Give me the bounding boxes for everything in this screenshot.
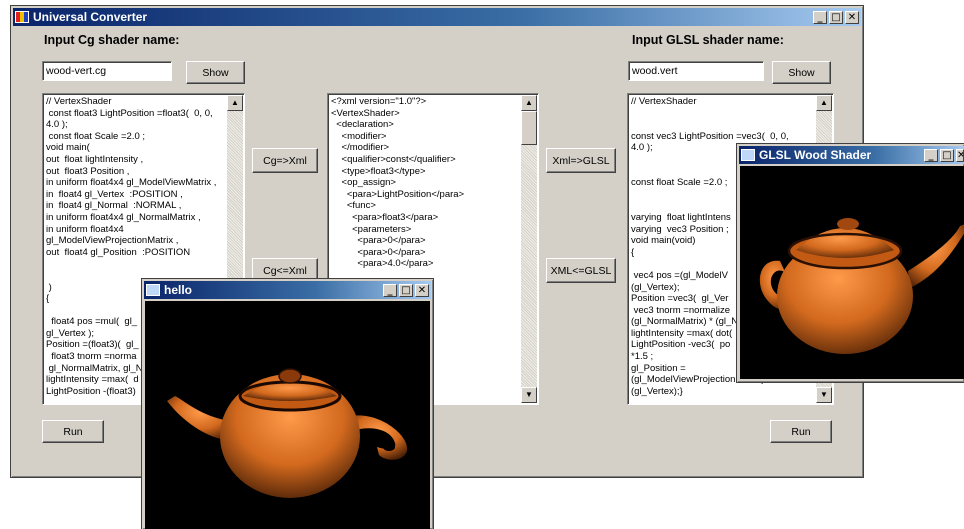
app-icon: [15, 11, 29, 23]
close-icon[interactable]: ✕: [415, 283, 429, 297]
maximize-icon[interactable]: □: [399, 283, 413, 297]
close-icon[interactable]: ✕: [845, 10, 859, 24]
maximize-icon[interactable]: □: [940, 148, 954, 162]
glsl-to-xml-button[interactable]: XML<=GLSL: [546, 258, 616, 283]
cg-shader-input[interactable]: wood-vert.cg: [42, 61, 172, 81]
scroll-down-icon[interactable]: ▼: [521, 387, 537, 403]
close-icon[interactable]: ✕: [956, 148, 964, 162]
teapot-render-left: [167, 368, 408, 498]
cg-show-button[interactable]: Show: [186, 61, 245, 84]
scroll-thumb[interactable]: [521, 111, 537, 145]
teapot-render-right: [759, 218, 964, 354]
hello-window-title: hello: [164, 283, 193, 297]
glsl-shader-input[interactable]: wood.vert: [628, 61, 764, 81]
hello-render-viewport[interactable]: [145, 301, 430, 529]
cg-shader-label: Input Cg shader name:: [44, 33, 180, 47]
cg-to-xml-button[interactable]: Cg=>Xml: [252, 148, 318, 173]
minimize-icon[interactable]: _: [813, 10, 827, 24]
xml-to-glsl-button[interactable]: Xml=>GLSL: [546, 148, 616, 173]
xml-code-scrollbar[interactable]: ▲ ▼: [521, 95, 537, 403]
scroll-up-icon[interactable]: ▲: [521, 95, 537, 111]
window-app-icon: [146, 284, 160, 296]
maximize-icon[interactable]: □: [829, 10, 843, 24]
main-window-title: Universal Converter: [33, 10, 148, 24]
window-app-icon: [741, 149, 755, 161]
scroll-down-icon[interactable]: ▼: [816, 387, 832, 403]
glsl-run-button[interactable]: Run: [770, 420, 832, 443]
main-titlebar[interactable]: Universal Converter _ □ ✕: [13, 8, 861, 26]
glsl-window-titlebar[interactable]: GLSL Wood Shader _ □ ✕: [739, 146, 964, 164]
scroll-up-icon[interactable]: ▲: [816, 95, 832, 111]
glsl-show-button[interactable]: Show: [772, 61, 831, 84]
minimize-icon[interactable]: _: [383, 283, 397, 297]
cg-run-button[interactable]: Run: [42, 420, 104, 443]
hello-window-titlebar[interactable]: hello _ □ ✕: [144, 281, 431, 299]
glsl-window-controls: _ □ ✕: [924, 148, 964, 162]
hello-window: hello _ □ ✕: [141, 278, 434, 529]
glsl-wood-shader-window: GLSL Wood Shader _ □ ✕: [736, 143, 964, 383]
main-window-controls: _ □ ✕: [813, 10, 861, 24]
glsl-shader-label: Input GLSL shader name:: [632, 33, 784, 47]
glsl-window-title: GLSL Wood Shader: [759, 148, 872, 162]
scroll-up-icon[interactable]: ▲: [227, 95, 243, 111]
minimize-icon[interactable]: _: [924, 148, 938, 162]
glsl-render-viewport[interactable]: [740, 166, 964, 379]
hello-window-controls: _ □ ✕: [383, 283, 431, 297]
